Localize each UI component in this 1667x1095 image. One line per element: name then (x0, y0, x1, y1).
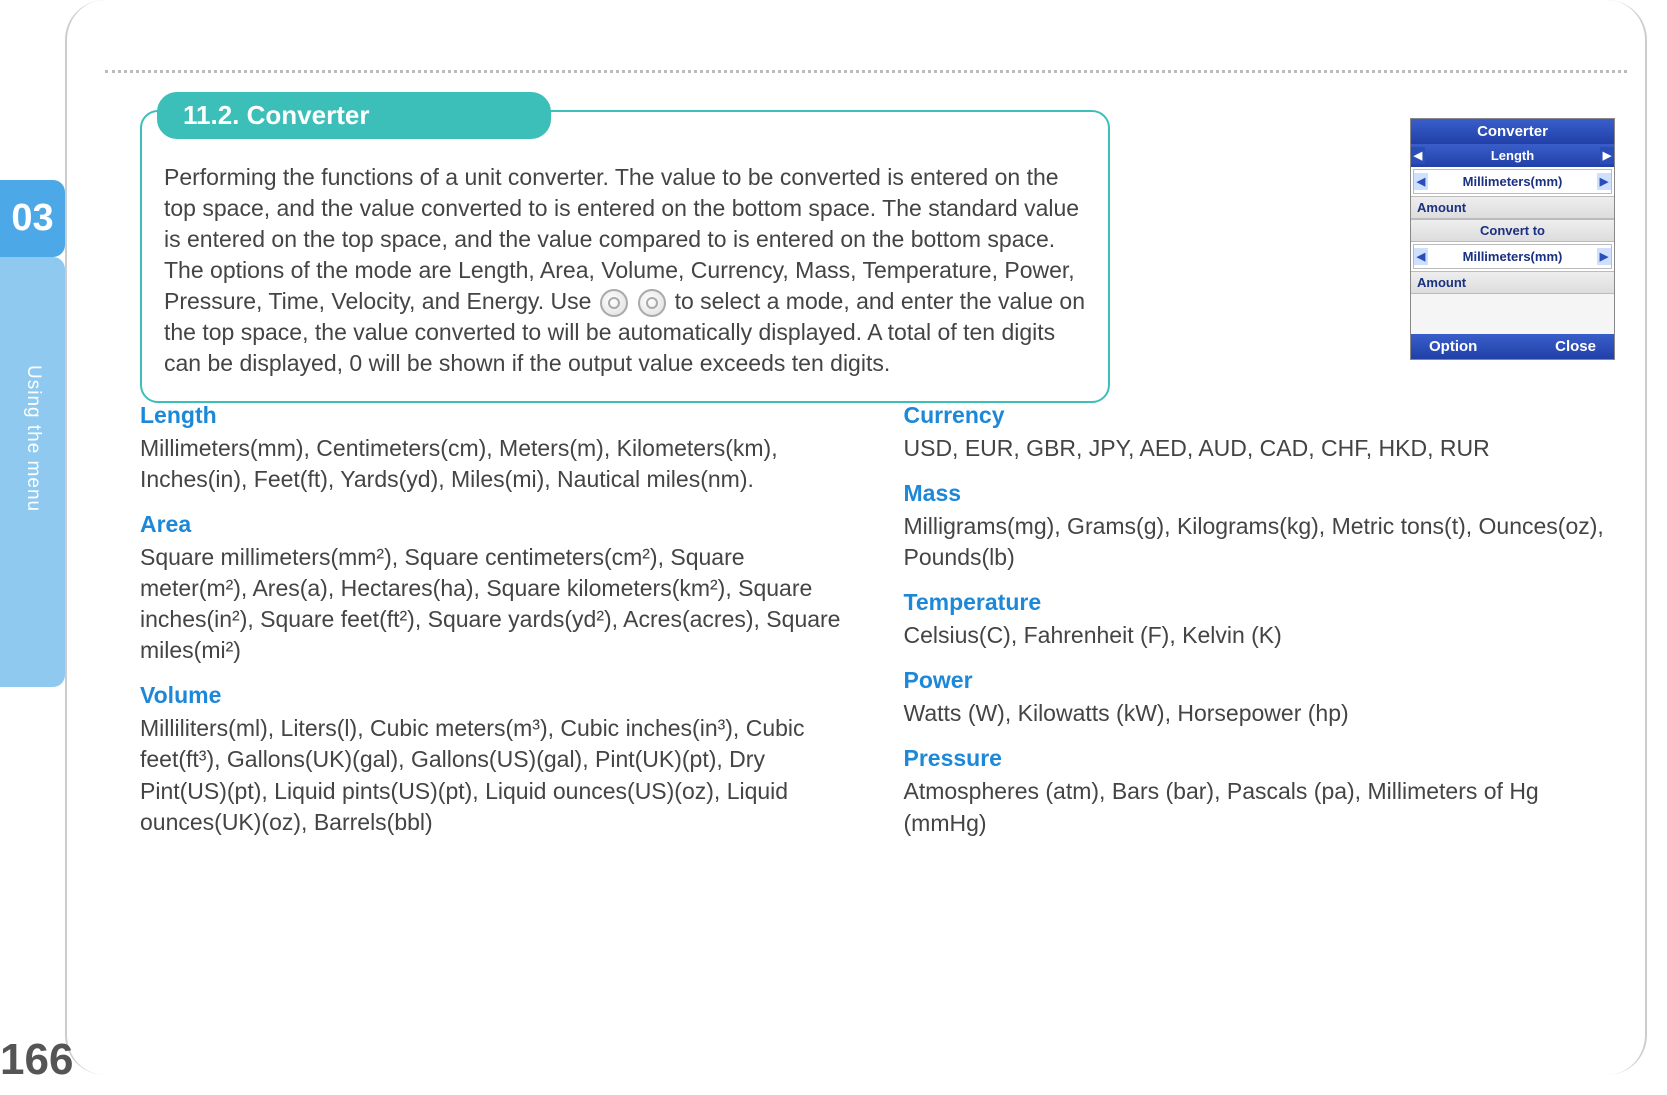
cat-title-power: Power (904, 665, 1608, 696)
triangle-left-icon[interactable]: ◀ (1414, 173, 1428, 190)
chapter-tab: 03 (0, 180, 65, 257)
triangle-right-icon[interactable]: ▶ (1597, 173, 1611, 190)
phone-softkeys: Option Close (1411, 334, 1614, 359)
nav-left-icon (600, 289, 628, 317)
categories-col-left: Length Millimeters(mm), Centimeters(cm),… (140, 400, 844, 839)
phone-category-selector[interactable]: ◀ Length ▶ (1411, 144, 1614, 167)
cat-title-area: Area (140, 509, 844, 540)
phone-softkey-left[interactable]: Option (1429, 338, 1477, 355)
section-body: Performing the functions of a unit conve… (164, 162, 1086, 379)
phone-title: Converter (1411, 119, 1614, 144)
section-box: 11.2. Converter Performing the functions… (140, 110, 1110, 403)
cat-title-length: Length (140, 400, 844, 431)
triangle-right-icon[interactable]: ▶ (1600, 147, 1614, 164)
nav-right-icon (638, 289, 666, 317)
cat-body-temperature: Celsius(C), Fahrenheit (F), Kelvin (K) (904, 620, 1608, 651)
categories-columns: Length Millimeters(mm), Centimeters(cm),… (140, 400, 1607, 839)
phone-convert-to-label: Convert to (1411, 219, 1614, 242)
cat-body-volume: Milliliters(ml), Liters(l), Cubic meters… (140, 713, 844, 837)
phone-category-value: Length (1491, 148, 1534, 163)
cat-title-mass: Mass (904, 478, 1608, 509)
cat-body-mass: Milligrams(mg), Grams(g), Kilograms(kg),… (904, 511, 1608, 573)
page-number: 166 (0, 1035, 73, 1085)
cat-title-currency: Currency (904, 400, 1608, 431)
cat-body-area: Square millimeters(mm²), Square centimet… (140, 542, 844, 666)
cat-body-length: Millimeters(mm), Centimeters(cm), Meters… (140, 433, 844, 495)
section-header: 11.2. Converter (157, 92, 551, 139)
dotted-divider (105, 70, 1627, 73)
phone-from-unit-value: Millimeters(mm) (1463, 174, 1563, 189)
cat-title-temperature: Temperature (904, 587, 1608, 618)
cat-title-volume: Volume (140, 680, 844, 711)
triangle-left-icon[interactable]: ◀ (1411, 147, 1425, 164)
phone-softkey-right[interactable]: Close (1555, 338, 1596, 355)
cat-body-pressure: Atmospheres (atm), Bars (bar), Pascals (… (904, 776, 1608, 838)
cat-body-currency: USD, EUR, GBR, JPY, AED, AUD, CAD, CHF, … (904, 433, 1608, 464)
phone-to-unit-value: Millimeters(mm) (1463, 249, 1563, 264)
phone-from-unit-selector[interactable]: ◀ Millimeters(mm) ▶ (1413, 169, 1612, 194)
triangle-right-icon[interactable]: ▶ (1597, 248, 1611, 265)
categories-col-right: Currency USD, EUR, GBR, JPY, AED, AUD, C… (904, 400, 1608, 839)
cat-title-pressure: Pressure (904, 743, 1608, 774)
triangle-left-icon[interactable]: ◀ (1414, 248, 1428, 265)
phone-to-unit-selector[interactable]: ◀ Millimeters(mm) ▶ (1413, 244, 1612, 269)
phone-amount-label-2: Amount (1411, 271, 1614, 294)
phone-screenshot: Converter ◀ Length ▶ ◀ Millimeters(mm) ▶… (1410, 118, 1615, 360)
cat-body-power: Watts (W), Kilowatts (kW), Horsepower (h… (904, 698, 1608, 729)
phone-blank-area (1411, 294, 1614, 334)
side-tab-label: Using the menu (22, 365, 44, 512)
phone-amount-label: Amount (1411, 196, 1614, 219)
